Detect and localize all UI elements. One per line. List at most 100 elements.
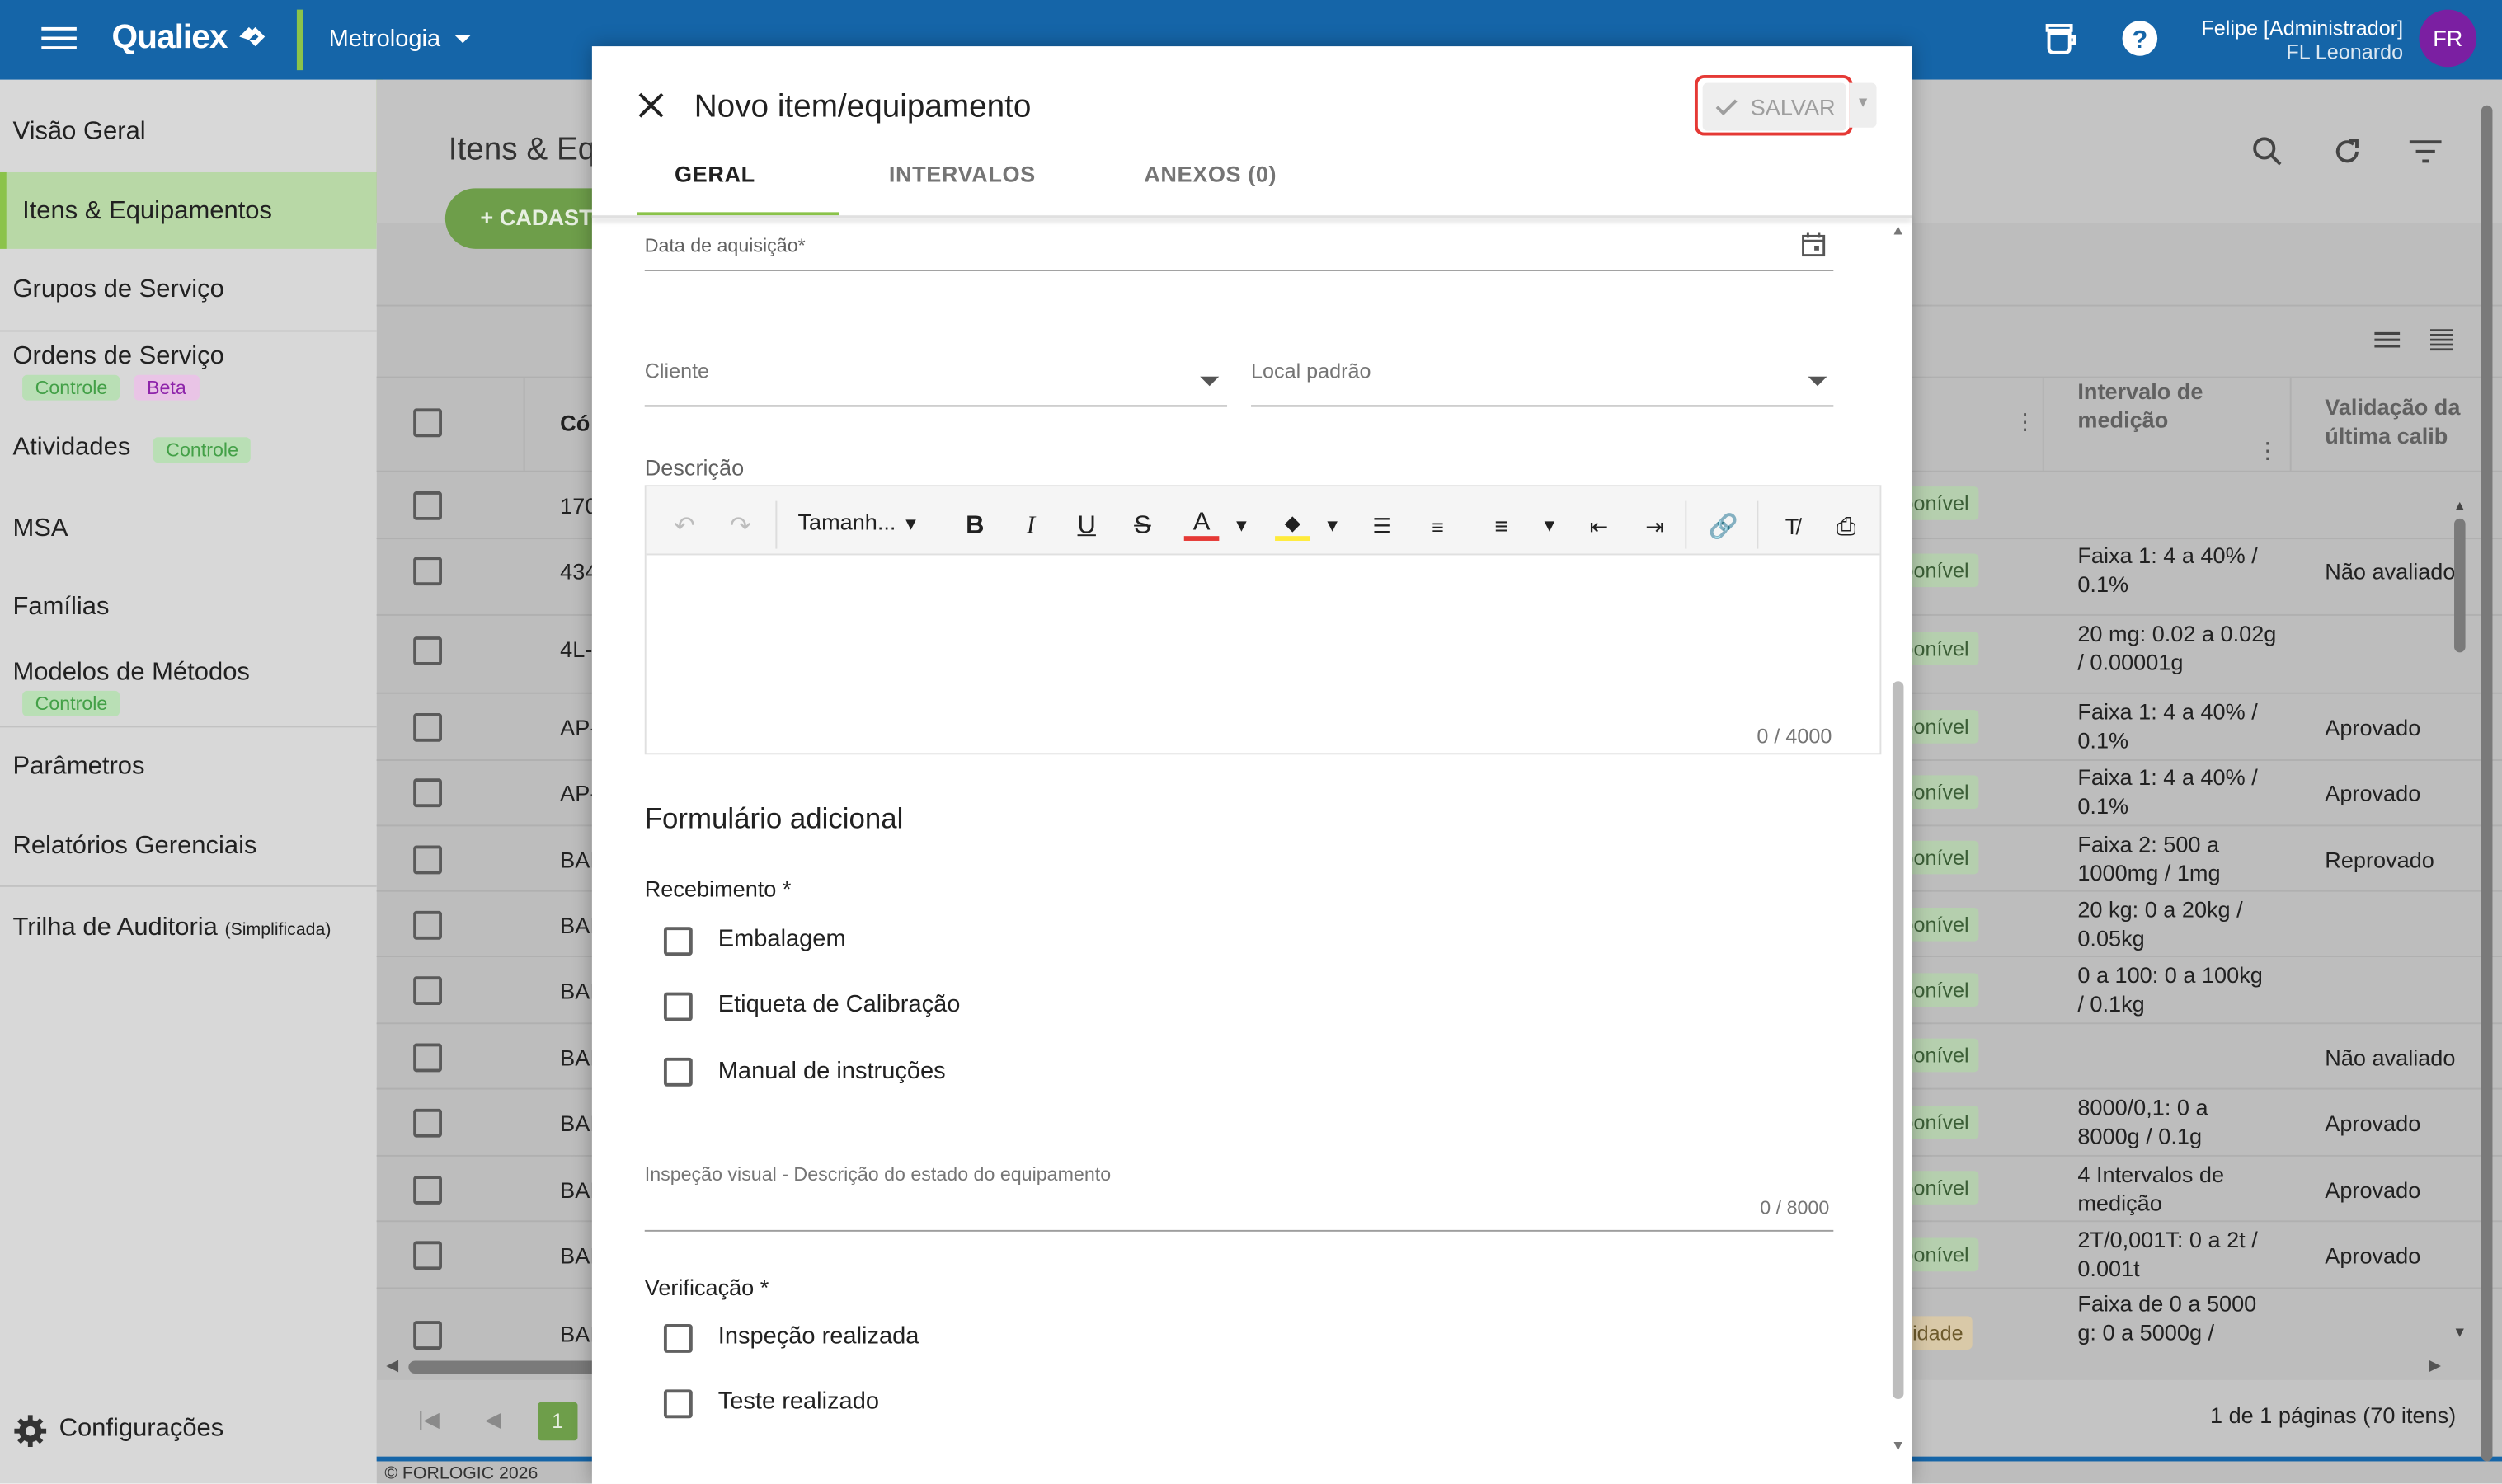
save-options-dropdown[interactable]: ▼ [1849,82,1877,128]
controle-tag: Controle [22,374,120,401]
row-checkbox[interactable] [413,1176,442,1205]
font-color-icon[interactable]: A [1183,508,1220,541]
column-header-code[interactable]: Có [560,408,590,437]
description-textarea[interactable] [647,555,1880,753]
checkbox[interactable] [663,1057,693,1087]
add-button-label: CADAST [499,204,593,230]
select-all-checkbox[interactable] [413,408,442,438]
align-left-icon[interactable]: ≡ [1484,509,1520,544]
row-checkbox[interactable] [413,556,442,586]
row-checkbox[interactable] [413,1241,442,1270]
scroll-down-icon[interactable]: ▼ [1891,1437,1905,1453]
column-menu-icon[interactable]: ⋮ [2256,437,2279,464]
scrollbar-thumb[interactable] [408,1360,616,1374]
row-checkbox[interactable] [413,778,442,808]
chevron-down-icon[interactable]: ▼ [1532,509,1568,544]
search-icon[interactable] [2250,134,2285,170]
dialog-scrollbar[interactable]: ▲ ▼ [1889,222,1908,1466]
row-checkbox[interactable] [413,636,442,665]
scroll-up-icon[interactable]: ▲ [2453,498,2467,514]
scroll-up-icon[interactable]: ▲ [1891,222,1905,237]
brand-logo[interactable]: Qualiex [111,19,267,57]
dialog-title: Novo item/equipamento [694,89,1032,124]
checkbox[interactable] [663,992,693,1021]
sidebar-item-label: Relatórios Gerenciais [12,833,257,860]
scroll-down-icon[interactable]: ▼ [2453,1324,2467,1340]
tab-intervalos[interactable]: INTERVALOS [872,161,1051,186]
column-menu-icon[interactable]: ⋮ [2014,408,2036,435]
additional-form-title: Formulário adicional [644,802,904,835]
tab-geral[interactable]: GERAL [637,161,793,186]
sidebar-item-parametros[interactable]: Parâmetros [0,742,377,796]
scroll-right-icon[interactable]: ▶ [2429,1358,2441,1375]
sidebar-item-label: Modelos de Métodos [12,659,250,687]
filter-icon[interactable] [2408,137,2443,166]
chevron-down-icon[interactable]: ▼ [1224,509,1259,544]
clear-format-icon[interactable]: T̸ [1775,509,1810,544]
scroll-left-icon[interactable]: ◀ [386,1358,398,1375]
first-page-icon[interactable]: |◀ [418,1407,440,1433]
sidebar-item-relatorios[interactable]: Relatórios Gerenciais [0,822,377,876]
italic-icon[interactable]: I [1013,509,1049,544]
calendar-icon[interactable] [1802,232,1826,257]
sidebar-item-modelos-metodos[interactable]: Modelos de Métodos Controle [0,648,377,725]
coffee-cup-icon[interactable] [2039,17,2084,62]
refresh-icon[interactable] [2330,134,2365,170]
undo-icon[interactable]: ↶ [667,509,703,544]
help-icon[interactable]: ? [2119,17,2164,62]
font-size-select[interactable]: Tamanh... ▼ [798,509,920,534]
table-scrollbar[interactable]: ▲ ▼ [2451,498,2467,1439]
scrollbar-thumb[interactable] [2481,105,2493,1462]
indent-icon[interactable]: ⇥ [1637,509,1672,544]
row-checkbox[interactable] [413,491,442,520]
avatar[interactable]: FR [2419,9,2477,68]
row-checkbox[interactable] [413,845,442,875]
settings-button[interactable]: Configurações [0,1407,377,1455]
underline-icon[interactable]: U [1069,509,1104,544]
checkbox[interactable] [663,1389,693,1419]
row-checkbox[interactable] [413,1108,442,1138]
sidebar-item-grupos-servico[interactable]: Grupos de Serviço [0,265,377,319]
chevron-down-icon[interactable]: ▼ [1314,509,1350,544]
sidebar-item-msa[interactable]: MSA [0,504,377,558]
outdent-icon[interactable]: ⇤ [1582,509,1617,544]
row-checkbox[interactable] [413,976,442,1006]
user-info[interactable]: Felipe [Administrador] FL Leonardo [2164,16,2403,63]
sidebar-item-ordens-servico[interactable]: Ordens de Serviço Controle Beta [0,331,377,408]
save-button[interactable]: SALVAR [1702,82,1846,131]
sidebar-item-trilha-auditoria[interactable]: Trilha de Auditoria (Simplificada) [0,903,377,957]
bold-icon[interactable]: B [957,509,993,544]
sidebar-item-itens-equipamentos[interactable]: Itens & Equipamentos [0,171,377,249]
column-header-interval[interactable]: Intervalo de medição [2077,377,2237,434]
checkbox[interactable] [663,1324,693,1353]
print-icon[interactable]: ⎙ [1829,509,1865,544]
page-scrollbar[interactable] [2476,89,2495,1477]
sidebar-item-atividades[interactable]: Atividades Controle [0,423,377,477]
scrollbar-thumb[interactable] [1892,681,1904,1399]
redo-icon[interactable]: ↷ [723,509,759,544]
hamburger-menu-icon[interactable] [41,22,77,58]
sidebar-item-visao-geral[interactable]: Visão Geral [0,106,377,160]
row-checkbox[interactable] [413,1321,442,1350]
scrollbar-thumb[interactable] [2454,518,2466,653]
row-checkbox[interactable] [413,712,442,742]
client-label: Cliente [644,359,710,383]
column-header-validation[interactable]: Validação da última calib [2325,392,2500,450]
list-view-icon[interactable] [2374,329,2401,351]
highlight-color-icon[interactable]: ◆ [1275,509,1310,541]
sidebar-item-familias[interactable]: Famílias [0,582,377,636]
module-selector[interactable]: Metrologia [329,26,473,53]
checkbox[interactable] [663,927,693,956]
compact-view-icon[interactable] [2430,327,2453,353]
close-icon[interactable] [637,91,665,120]
row-checkbox[interactable] [413,1043,442,1073]
row-checkbox[interactable] [413,910,442,940]
bullet-list-icon[interactable]: ☰ [1364,509,1399,544]
strikethrough-icon[interactable]: S [1125,509,1160,544]
link-icon[interactable]: 🔗 [1706,509,1742,544]
prev-page-icon[interactable]: ◀ [485,1407,501,1433]
checkbox-label: Teste realizado [717,1388,880,1416]
numbered-list-icon[interactable]: ≡ [1420,509,1456,544]
current-page-button[interactable]: 1 [538,1402,578,1441]
tab-anexos[interactable]: ANEXOS (0) [1118,161,1302,186]
